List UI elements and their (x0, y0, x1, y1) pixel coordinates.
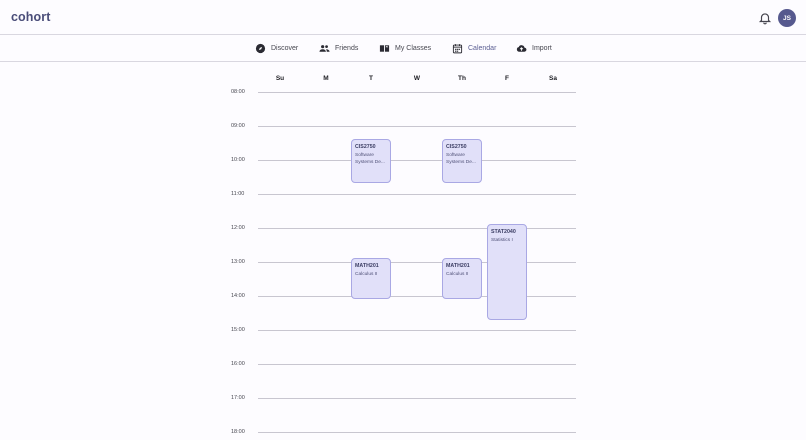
app-logo[interactable]: cohort (11, 10, 51, 24)
event-title: Calculus II (446, 271, 469, 277)
nav-calendar[interactable]: Calendar (452, 42, 496, 55)
cloud-upload-icon (516, 45, 527, 52)
calendar-event[interactable]: CIS2750 Software Systems De... (351, 139, 391, 183)
event-code: STAT2040 (491, 229, 516, 235)
hour-gridline (258, 296, 576, 297)
event-title: Software Systems De... (355, 152, 385, 166)
hour-gridline (258, 194, 576, 195)
day-header-w: W (413, 75, 421, 82)
day-header-t: T (369, 75, 373, 82)
avatar[interactable]: JS (778, 9, 796, 27)
time-label: 14:00 (231, 293, 245, 299)
event-code: CIS2750 (446, 144, 467, 150)
calendar-event[interactable]: STAT2040 Statistics I (487, 224, 527, 320)
calendar-event[interactable]: CIS2750 Software Systems De... (442, 139, 482, 183)
time-label: 12:00 (231, 225, 245, 231)
day-header-su: Su (275, 75, 285, 82)
event-code: MATH201 (355, 263, 379, 269)
nav-friends-label: Friends (335, 45, 359, 52)
nav-bar: Discover Friends My Classes Calendar Imp… (0, 35, 806, 62)
time-label: 11:00 (231, 191, 245, 197)
event-code: MATH201 (446, 263, 470, 269)
nav-discover[interactable]: Discover (255, 42, 298, 55)
nav-import[interactable]: Import (516, 42, 552, 55)
bell-icon[interactable] (758, 11, 772, 25)
day-header-th: Th (458, 75, 466, 82)
time-label: 15:00 (231, 327, 245, 333)
day-header-m: M (323, 75, 329, 82)
nav-friends[interactable]: Friends (319, 42, 358, 55)
nav-calendar-label: Calendar (468, 45, 497, 52)
day-header-sa: Sa (549, 75, 557, 82)
calendar-event[interactable]: MATH201 Calculus II (351, 258, 391, 299)
calendar-event[interactable]: MATH201 Calculus II (442, 258, 482, 299)
event-title: Software Systems De... (446, 152, 476, 166)
hour-gridline (258, 262, 576, 263)
day-header-f: F (505, 75, 509, 82)
time-label: 18:00 (231, 429, 245, 435)
time-label: 08:00 (231, 89, 245, 95)
nav-my-classes-label: My Classes (395, 45, 432, 52)
time-label: 09:00 (231, 123, 245, 129)
top-bar: cohort JS (0, 0, 806, 35)
hour-gridline (258, 228, 576, 229)
event-code: CIS2750 (355, 144, 376, 150)
hour-gridline (258, 126, 576, 127)
time-label: 16:00 (231, 361, 245, 367)
hour-gridline (258, 330, 576, 331)
book-icon (379, 45, 390, 52)
nav-my-classes[interactable]: My Classes (379, 42, 431, 55)
hour-gridline (258, 92, 576, 93)
nav-import-label: Import (532, 45, 552, 52)
time-label: 13:00 (231, 259, 245, 265)
hour-gridline (258, 364, 576, 365)
people-icon (319, 45, 330, 52)
hour-gridline (258, 160, 576, 161)
event-title: Calculus II (355, 271, 378, 277)
compass-icon (255, 43, 266, 54)
time-label: 17:00 (231, 395, 245, 401)
event-title: Statistics I (491, 237, 513, 243)
hour-gridline (258, 432, 576, 433)
hour-gridline (258, 398, 576, 399)
calendar-icon (452, 44, 463, 54)
nav-discover-label: Discover (271, 45, 299, 52)
time-label: 10:00 (231, 157, 245, 163)
